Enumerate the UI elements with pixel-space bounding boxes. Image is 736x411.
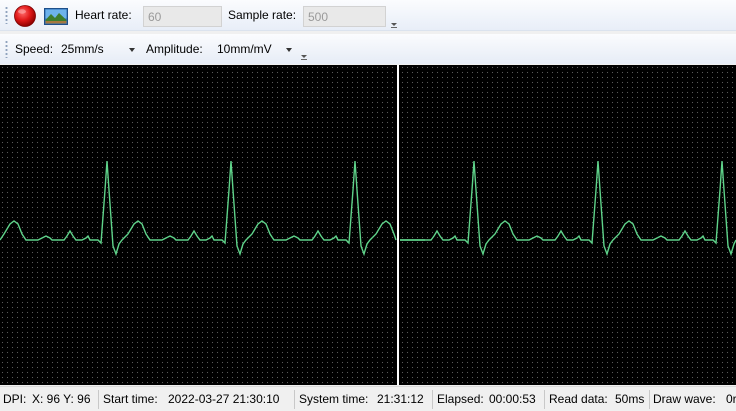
chevron-down-icon[interactable] bbox=[129, 48, 135, 52]
read-data-value: 50ms bbox=[615, 392, 645, 406]
chevron-down-icon[interactable] bbox=[286, 48, 292, 52]
toolbar-display: Speed: 25mm/s Amplitude: 10mm/mV bbox=[0, 34, 736, 64]
sample-rate-label: Sample rate: bbox=[228, 8, 297, 22]
record-button[interactable] bbox=[13, 4, 37, 28]
speed-label: Speed: bbox=[15, 42, 54, 56]
toolbar-grip[interactable] bbox=[5, 6, 8, 24]
elapsed-value: 00:00:53 bbox=[489, 392, 536, 406]
elapsed-label: Elapsed: bbox=[437, 392, 484, 406]
toolbar-grip[interactable] bbox=[5, 40, 8, 58]
status-divider bbox=[544, 390, 545, 409]
ecg-trace-right bbox=[400, 160, 736, 257]
screenshot-button[interactable] bbox=[44, 8, 68, 25]
start-time-label: Start time: bbox=[103, 392, 158, 406]
status-bar: DPI: X: 96 Y: 96 Start time: 2022-03-27 … bbox=[0, 386, 736, 411]
status-divider bbox=[98, 390, 99, 409]
status-divider bbox=[649, 390, 650, 409]
record-icon bbox=[14, 5, 36, 27]
draw-wave-label: Draw wave: bbox=[653, 392, 716, 406]
amplitude-combo[interactable]: 10mm/mV bbox=[214, 39, 298, 59]
status-divider bbox=[294, 390, 295, 409]
start-time-value: 2022-03-27 21:30:10 bbox=[168, 392, 280, 406]
toolbar-overflow-icon[interactable] bbox=[301, 53, 307, 60]
heart-rate-field[interactable]: 60 bbox=[143, 6, 222, 27]
draw-wave-value: 0r bbox=[726, 392, 736, 406]
system-time-label: System time: bbox=[299, 392, 369, 406]
ecg-waveform-canvas[interactable] bbox=[0, 65, 736, 385]
amplitude-label: Amplitude: bbox=[146, 42, 203, 56]
amplitude-value: 10mm/mV bbox=[217, 42, 272, 56]
status-divider bbox=[432, 390, 433, 409]
dpi-label: DPI: bbox=[3, 392, 27, 406]
dpi-value: X: 96 Y: 96 bbox=[32, 392, 91, 406]
sample-rate-field[interactable]: 500 bbox=[303, 6, 386, 27]
speed-combo[interactable]: 25mm/s bbox=[58, 39, 140, 59]
landscape-image-icon bbox=[44, 8, 68, 25]
ecg-trace-left bbox=[0, 160, 397, 257]
read-data-label: Read data: bbox=[549, 392, 608, 406]
heart-rate-label: Heart rate: bbox=[75, 8, 132, 22]
system-time-value: 21:31:12 bbox=[377, 392, 424, 406]
ecg-trace bbox=[0, 65, 736, 385]
toolbar-main: Heart rate: 60 Sample rate: 500 bbox=[0, 0, 736, 31]
toolbar-overflow-icon[interactable] bbox=[391, 21, 397, 28]
speed-value: 25mm/s bbox=[61, 42, 104, 56]
